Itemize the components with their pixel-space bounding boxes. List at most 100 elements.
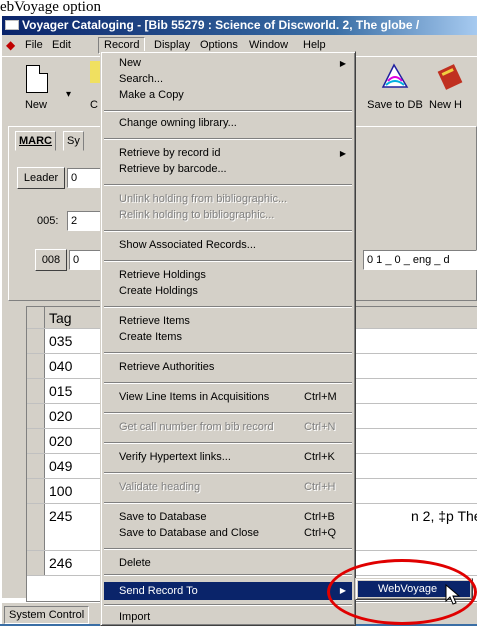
menu-item-label: Verify Hypertext links... (119, 451, 231, 463)
save-to-db-button[interactable]: Save to DB (367, 59, 423, 115)
new-button[interactable]: New (12, 59, 60, 115)
menu-item-search[interactable]: Search... (104, 72, 352, 87)
row-tag: 100 (49, 483, 73, 499)
menu-item-shortcut: Ctrl+B (304, 511, 335, 523)
tab-marc[interactable]: MARC (15, 131, 56, 151)
menu-item-get-call-number: Get call number from bib record Ctrl+N (104, 420, 352, 435)
row-selector[interactable] (27, 404, 45, 428)
submenu-arrow-icon: ▶ (339, 149, 346, 158)
menu-item-save-and-close[interactable]: Save to Database and Close Ctrl+Q (104, 526, 352, 541)
row-value: n 2, ‡p The glob (411, 508, 477, 524)
menu-separator (104, 604, 352, 606)
menu-item-new[interactable]: New ▶ (104, 56, 352, 71)
row-tag: 246 (49, 555, 73, 571)
menu-separator (104, 472, 352, 474)
menu-item-label: Retrieve Authorities (119, 361, 215, 373)
menu-item-save-to-database[interactable]: Save to Database Ctrl+B (104, 510, 352, 525)
menu-separator (104, 548, 352, 550)
menu-item-shortcut: Ctrl+N (304, 421, 336, 433)
menu-item-retrieve-by-id[interactable]: Retrieve by record id ▶ (104, 146, 352, 161)
row-tag: 040 (49, 358, 73, 374)
new-holdings-icon (437, 64, 463, 90)
row-tag: 020 (49, 408, 73, 424)
menu-item-label: Validate heading (119, 481, 201, 493)
f005-field[interactable]: 2 (67, 211, 103, 231)
menu-item-send-record-to[interactable]: Send Record To ▶ (104, 582, 352, 600)
menu-item-import[interactable]: Import (104, 610, 352, 625)
menu-item-label: Retrieve by barcode... (119, 163, 227, 175)
menu-item-label: Change owning library... (119, 117, 237, 129)
menu-item-create-items[interactable]: Create Items (104, 330, 352, 345)
menu-item-label: Get call number from bib record (119, 421, 274, 433)
menu-item-label: Unlink holding from bibliographic... (119, 193, 288, 205)
row-selector[interactable] (27, 454, 45, 478)
f008-button[interactable]: 008 (35, 249, 67, 271)
row-tag: 015 (49, 383, 73, 399)
row-selector[interactable] (27, 329, 45, 353)
menu-separator (104, 306, 352, 308)
menu-file[interactable]: File (20, 37, 48, 54)
menu-item-label: Retrieve Items (119, 315, 190, 327)
menu-item-retrieve-authorities[interactable]: Retrieve Authorities (104, 360, 352, 375)
new-holdings-label: New H (429, 99, 463, 111)
menu-item-validate-heading: Validate heading Ctrl+H (104, 480, 352, 495)
menu-edit[interactable]: Edit (47, 37, 76, 54)
f005-label: 005: (37, 215, 59, 227)
menu-item-label: Save to Database (119, 511, 207, 523)
menu-separator (104, 502, 352, 504)
mouse-cursor-icon (445, 584, 461, 605)
row-selector[interactable] (27, 551, 45, 575)
menu-item-retrieve-holdings[interactable]: Retrieve Holdings (104, 268, 352, 283)
menu-item-shortcut: Ctrl+K (304, 451, 335, 463)
menu-separator (104, 260, 352, 262)
row-tag: 049 (49, 458, 73, 474)
submenu-arrow-icon: ▶ (339, 59, 346, 68)
row-tag: 035 (49, 333, 73, 349)
menu-item-create-holdings[interactable]: Create Holdings (104, 284, 352, 299)
leader-field[interactable]: 0 (67, 168, 103, 188)
menu-item-label: View Line Items in Acquisitions (119, 391, 270, 403)
menu-item-retrieve-by-barcode[interactable]: Retrieve by barcode... (104, 162, 352, 177)
grid-header-tag: Tag (49, 310, 72, 326)
tab-system[interactable]: Sy (63, 131, 84, 151)
menu-item-make-copy[interactable]: Make a Copy (104, 88, 352, 103)
menu-item-delete[interactable]: Delete (104, 556, 352, 571)
menu-item-verify-hypertext[interactable]: Verify Hypertext links... Ctrl+K (104, 450, 352, 465)
menu-item-relink-holding: Relink holding to bibliographic... (104, 208, 352, 223)
row-selector[interactable] (27, 479, 45, 503)
window-title: Voyager Cataloging - [Bib 55279 : Scienc… (22, 18, 420, 32)
system-menu-icon[interactable]: ◆ (6, 39, 18, 51)
menu-item-label: Save to Database and Close (119, 527, 260, 539)
row-selector (27, 307, 45, 328)
f008-field-tail[interactable]: 0 1 _ 0 _ eng _ d (363, 250, 477, 270)
menu-item-retrieve-items[interactable]: Retrieve Items (104, 314, 352, 329)
menu-item-shortcut: Ctrl+H (304, 481, 336, 493)
menu-item-label: Relink holding to bibliographic... (119, 209, 275, 221)
leader-button[interactable]: Leader (17, 167, 65, 189)
menu-separator (104, 184, 352, 186)
menu-item-view-line-items[interactable]: View Line Items in Acquisitions Ctrl+M (104, 390, 352, 405)
copy-icon (90, 61, 100, 83)
menu-item-label: Show Associated Records... (119, 239, 256, 251)
window-title-bar[interactable]: Voyager Cataloging - [Bib 55279 : Scienc… (2, 16, 477, 35)
menu-separator (104, 230, 352, 232)
copy-button[interactable]: ▾ C (60, 59, 100, 115)
menu-item-label: Create Holdings (119, 285, 198, 297)
row-selector[interactable] (27, 379, 45, 403)
row-selector[interactable] (27, 504, 45, 550)
new-holdings-button[interactable]: New H (425, 59, 477, 115)
row-selector[interactable] (27, 354, 45, 378)
row-selector[interactable] (27, 429, 45, 453)
menu-item-change-owning-library[interactable]: Change owning library... (104, 116, 352, 131)
status-system-control[interactable]: System Control (4, 606, 90, 624)
menu-item-label: Retrieve Holdings (119, 269, 206, 281)
menu-item-show-associated[interactable]: Show Associated Records... (104, 238, 352, 253)
app-icon (5, 20, 19, 30)
menu-separator (104, 574, 352, 576)
menu-separator (104, 138, 352, 140)
menu-item-label: Create Items (119, 331, 182, 343)
menu-item-shortcut: Ctrl+M (304, 391, 337, 403)
f008-field[interactable]: 0 (69, 250, 103, 270)
menu-item-label: Import (119, 611, 151, 623)
save-to-db-icon (381, 63, 409, 88)
